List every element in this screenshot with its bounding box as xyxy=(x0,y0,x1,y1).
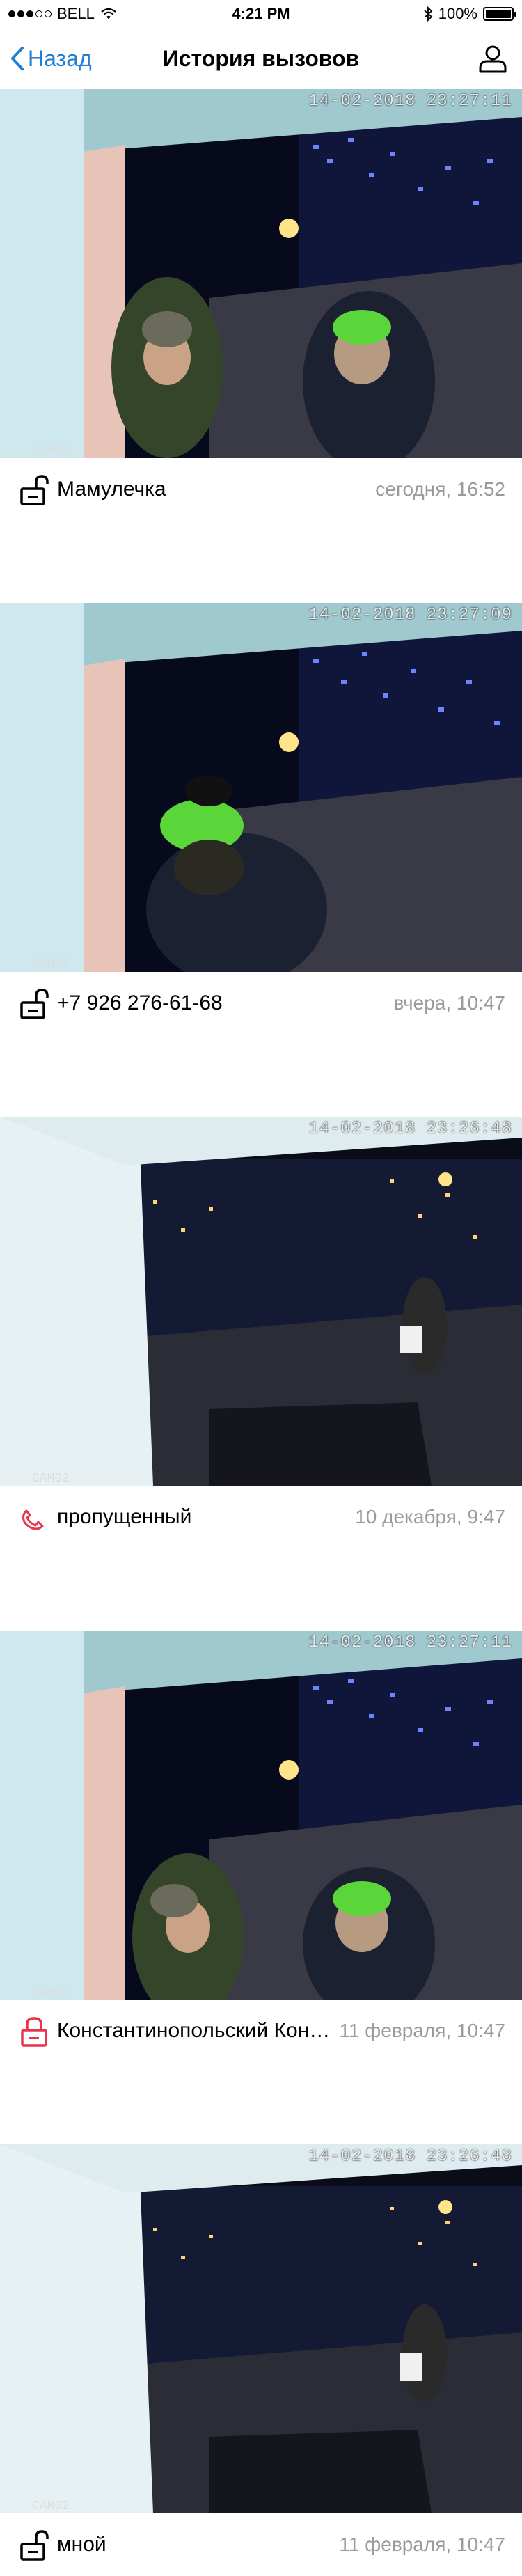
camera-snapshot[interactable]: 14-02-2018 23:27:11 CAM02 xyxy=(0,89,522,458)
carrier-name: BELL xyxy=(57,5,95,22)
snapshot-image xyxy=(0,2144,522,2513)
snapshot-image xyxy=(0,1631,522,2000)
snapshot-timestamp: 14-02-2018 23:26:48 xyxy=(308,2147,512,2166)
back-button[interactable]: Назад xyxy=(10,46,92,72)
missed-call-icon xyxy=(18,1500,52,1534)
camera-label: CAM02 xyxy=(32,444,70,458)
call-time: 10 декабря, 9:47 xyxy=(355,1506,505,1527)
call-time: 11 февраля, 10:47 xyxy=(339,2534,505,2555)
snapshot-timestamp: 14-02-2018 23:26:48 xyxy=(308,1120,512,1138)
camera-snapshot[interactable]: 14-02-2018 23:26:48 CAM02 xyxy=(0,2144,522,2513)
camera-snapshot[interactable]: 14-02-2018 23:27:11 CAM02 xyxy=(0,1631,522,2000)
camera-snapshot[interactable]: 14-02-2018 23:26:48 CAM02 xyxy=(0,1117,522,1486)
profile-button[interactable] xyxy=(476,42,509,75)
camera-label: CAM02 xyxy=(32,2499,70,2513)
chevron-left-icon xyxy=(11,47,24,70)
back-label: Назад xyxy=(28,45,92,71)
call-info-row[interactable]: Мамулечка сегодня, 16:52 xyxy=(0,458,522,521)
snapshot-timestamp: 14-02-2018 23:27:09 xyxy=(308,606,512,625)
call-time: вчера, 10:47 xyxy=(393,992,505,1014)
bluetooth-icon xyxy=(424,6,433,22)
battery-icon xyxy=(483,7,516,21)
call-item[interactable]: 14-02-2018 23:26:48 CAM02 мной 11 феврал… xyxy=(0,2144,522,2576)
snapshot-image xyxy=(0,603,522,972)
caller-name: пропущенный xyxy=(57,1505,192,1528)
locked-icon xyxy=(18,2014,52,2048)
camera-snapshot[interactable]: 14-02-2018 23:27:09 CAM02 xyxy=(0,603,522,972)
call-item[interactable]: 14-02-2018 23:26:48 CAM02 пропущенный 10… xyxy=(0,1117,522,1548)
status-bar: BELL 4:21 PM 100% xyxy=(0,0,522,28)
caller-name: мной xyxy=(57,2533,106,2556)
battery-percent: 100% xyxy=(438,5,477,22)
wifi-icon xyxy=(101,8,116,19)
call-info-row[interactable]: Константинопольский Константин 11 феврал… xyxy=(0,2000,522,2062)
call-item[interactable]: 14-02-2018 23:27:11 CAM02 Константинопол… xyxy=(0,1631,522,2062)
camera-label: CAM02 xyxy=(32,1986,70,2000)
status-bar-left: BELL xyxy=(8,5,117,23)
unlocked-icon xyxy=(18,2528,52,2561)
signal-strength-icon xyxy=(8,10,52,17)
call-info-row[interactable]: +7 926 276-61-68 вчера, 10:47 xyxy=(0,972,522,1035)
snapshot-timestamp: 14-02-2018 23:27:11 xyxy=(308,1633,512,1652)
unlocked-icon xyxy=(18,473,52,506)
navigation-bar: Назад История вызовов xyxy=(0,28,522,89)
snapshot-image xyxy=(0,1117,522,1486)
caller-name: +7 926 276-61-68 xyxy=(57,991,223,1014)
call-item[interactable]: 14-02-2018 23:27:09 CAM02 +7 926 276-61-… xyxy=(0,603,522,1035)
caller-name: Мамулечка xyxy=(57,478,166,501)
camera-label: CAM02 xyxy=(32,958,70,972)
snapshot-image xyxy=(0,89,522,458)
call-info-row[interactable]: пропущенный 10 декабря, 9:47 xyxy=(0,1486,522,1548)
call-history-list: 14-02-2018 23:27:11 CAM02 Мамулечка сего… xyxy=(0,89,522,2576)
camera-label: CAM02 xyxy=(32,1472,70,1486)
user-icon xyxy=(479,45,507,73)
call-item[interactable]: 14-02-2018 23:27:11 CAM02 Мамулечка сего… xyxy=(0,89,522,521)
status-bar-right: 100% xyxy=(423,5,516,23)
snapshot-timestamp: 14-02-2018 23:27:11 xyxy=(308,92,512,111)
caller-name: Константинопольский Константин xyxy=(57,2019,339,2042)
call-info-row[interactable]: мной 11 февраля, 10:47 xyxy=(0,2513,522,2576)
call-time: сегодня, 16:52 xyxy=(375,478,505,500)
unlocked-icon xyxy=(18,987,52,1020)
call-time: 11 февраля, 10:47 xyxy=(339,2020,505,2041)
